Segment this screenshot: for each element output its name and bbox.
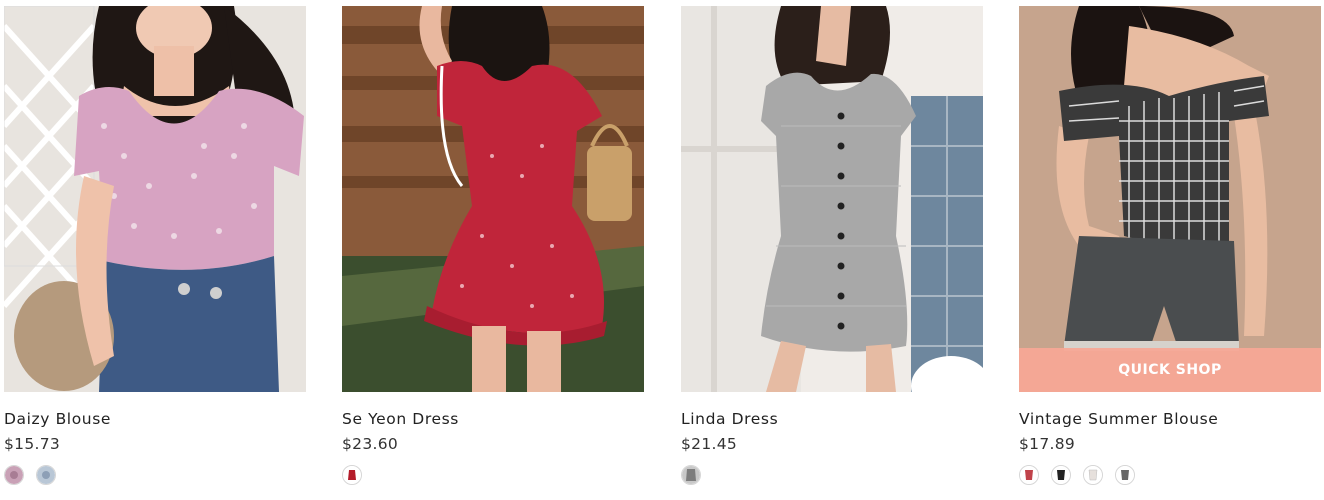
color-swatches <box>1019 465 1321 485</box>
color-swatches <box>681 465 983 485</box>
product-price: $21.45 <box>681 435 738 453</box>
swatch-pink-floral[interactable] <box>4 465 24 485</box>
quick-shop-button[interactable]: QUICK SHOP <box>1019 348 1321 392</box>
swatch-red-dot[interactable] <box>342 465 362 485</box>
product-card-linda-dress[interactable]: Linda Dress $21.45 <box>681 6 983 485</box>
product-name[interactable]: Daizy Blouse <box>4 410 306 428</box>
product-card-daizy-blouse[interactable]: Daizy Blouse $15.73 <box>4 6 306 485</box>
swatch-red[interactable] <box>1019 465 1039 485</box>
product-name[interactable]: Linda Dress <box>681 410 983 428</box>
product-name[interactable]: Vintage Summer Blouse <box>1019 410 1321 428</box>
swatch-blue-floral[interactable] <box>36 465 56 485</box>
product-price: $17.89 <box>1019 435 1076 453</box>
product-card-se-yeon-dress[interactable]: Se Yeon Dress $23.60 <box>342 6 644 485</box>
product-image[interactable] <box>681 6 983 392</box>
product-price: $15.73 <box>4 435 61 453</box>
color-swatches <box>4 465 306 485</box>
swatch-black[interactable] <box>1051 465 1071 485</box>
swatch-gray-gingham[interactable] <box>681 465 701 485</box>
swatch-gingham[interactable] <box>1115 465 1135 485</box>
product-image[interactable] <box>4 6 306 392</box>
product-grid: Daizy Blouse $15.73 Se Yeon Dress $23.60… <box>0 0 1324 500</box>
color-swatches <box>342 465 644 485</box>
product-image[interactable]: QUICK SHOP <box>1019 6 1321 392</box>
product-price: $23.60 <box>342 435 399 453</box>
product-name[interactable]: Se Yeon Dress <box>342 410 644 428</box>
product-card-vintage-summer-blouse[interactable]: QUICK SHOP Vintage Summer Blouse $17.89 <box>1019 6 1321 485</box>
swatch-white[interactable] <box>1083 465 1103 485</box>
product-image[interactable] <box>342 6 644 392</box>
